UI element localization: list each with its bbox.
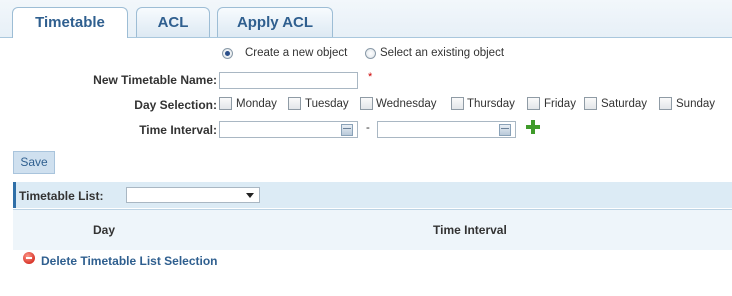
column-day: Day <box>93 223 116 237</box>
checkbox-wednesday-label: Wednesday <box>376 98 437 110</box>
time-interval-label: Time Interval: <box>139 123 217 137</box>
time-interval-to-input[interactable] <box>377 121 516 138</box>
checkbox-friday-label: Friday <box>544 98 576 110</box>
add-icon[interactable] <box>526 120 540 134</box>
timetable-name-input[interactable] <box>219 72 358 89</box>
day-selection-label: Day Selection: <box>134 98 217 112</box>
radio-create-new[interactable] <box>222 48 233 59</box>
tab-timetable[interactable]: Timetable <box>12 7 128 38</box>
checkbox-monday[interactable] <box>219 97 232 110</box>
checkbox-friday[interactable] <box>527 97 540 110</box>
timetable-list-select[interactable] <box>126 187 260 203</box>
calendar-icon[interactable] <box>341 124 353 136</box>
radio-create-new-label: Create a new object <box>245 47 348 59</box>
calendar-icon[interactable] <box>499 124 511 136</box>
timetable-list-bar: Timetable List: <box>13 182 732 208</box>
checkbox-thursday-label: Thursday <box>467 98 515 110</box>
timetable-name-label: New Timetable Name: <box>93 73 217 87</box>
chevron-down-icon <box>246 193 254 198</box>
checkbox-monday-label: Monday <box>236 98 277 110</box>
checkbox-thursday[interactable] <box>451 97 464 110</box>
checkbox-tuesday[interactable] <box>288 97 301 110</box>
time-interval-from-input[interactable] <box>219 121 358 138</box>
save-button[interactable]: Save <box>13 151 55 174</box>
timetable-list-label: Timetable List: <box>19 189 104 203</box>
delete-icon[interactable] <box>23 252 35 264</box>
timetable-list-header: Day Time Interval <box>13 209 732 250</box>
checkbox-tuesday-label: Tuesday <box>305 98 349 110</box>
radio-select-existing-label: Select an existing object <box>380 47 505 59</box>
tab-acl[interactable]: ACL <box>136 7 210 37</box>
checkbox-saturday[interactable] <box>584 97 597 110</box>
checkbox-wednesday[interactable] <box>360 97 373 110</box>
checkbox-sunday[interactable] <box>659 97 672 110</box>
checkbox-saturday-label: Saturday <box>601 98 648 110</box>
time-interval-separator: - <box>366 122 370 134</box>
required-mark: * <box>368 71 373 83</box>
checkbox-sunday-label: Sunday <box>676 98 716 110</box>
column-time-interval: Time Interval <box>433 223 507 237</box>
tab-apply-acl[interactable]: Apply ACL <box>217 7 333 37</box>
tab-bar: Timetable ACL Apply ACL <box>0 0 732 38</box>
radio-select-existing[interactable] <box>365 48 376 59</box>
delete-selection-link[interactable]: Delete Timetable List Selection <box>41 254 218 268</box>
